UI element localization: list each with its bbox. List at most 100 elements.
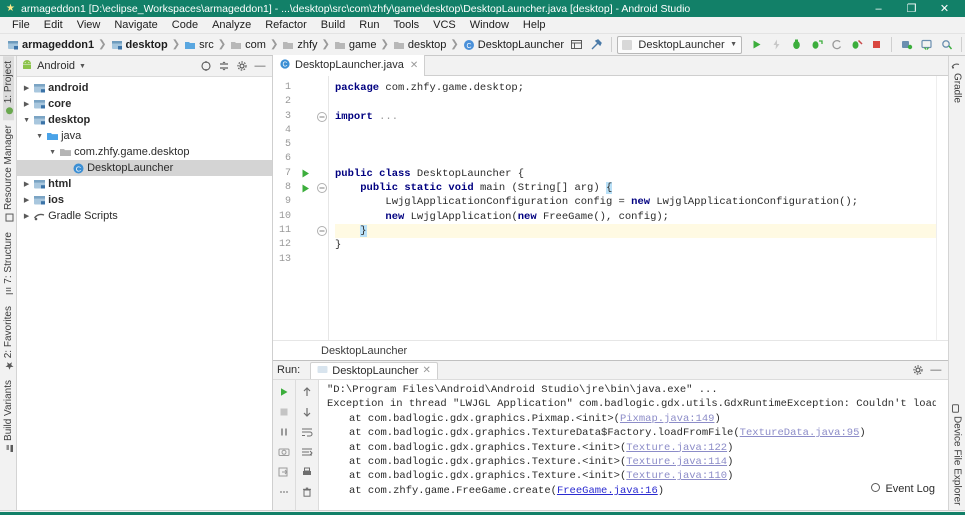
tree-row-html[interactable]: ▶ html [17,176,272,192]
code-line[interactable] [335,95,936,109]
code-folding-gutter[interactable] [315,76,329,340]
close-button[interactable]: ✕ [928,0,961,17]
rerun-icon[interactable] [275,383,294,400]
console-output[interactable]: "D:\Program Files\Android\Android Studio… [319,380,936,510]
chevron-right-icon[interactable]: ▶ [21,84,32,92]
menu-run[interactable]: Run [352,17,386,34]
run-configuration-selector[interactable]: DesktopLauncher ▼ [617,35,742,54]
run-gutter-marker[interactable] [295,181,315,195]
chevron-right-icon[interactable]: ▶ [21,196,32,204]
editor-scrollbar[interactable] [935,76,948,340]
code-line[interactable] [335,253,936,267]
camera-icon[interactable] [275,443,294,460]
tree-row-core[interactable]: ▶ core [17,96,272,112]
chevron-right-icon[interactable]: ▶ [21,100,32,108]
breadcrumb-item-src[interactable]: src [181,39,217,51]
code-line[interactable] [335,138,936,152]
breadcrumb-item-desktoplauncher[interactable]: C DesktopLauncher [460,39,567,51]
fold-marker[interactable] [315,181,328,195]
chevron-down-icon[interactable]: ▼ [34,133,45,140]
maximize-button[interactable]: ❐ [895,0,928,17]
trash-icon[interactable] [298,483,317,500]
menu-window[interactable]: Window [463,17,516,34]
menu-edit[interactable]: Edit [37,17,70,34]
tree-row-desktoplauncher[interactable]: C DesktopLauncher [17,160,272,176]
minimize-button[interactable]: – [862,0,895,17]
breadcrumb-item-game[interactable]: game [331,39,380,51]
stop-icon[interactable] [275,403,294,420]
editor-tab-desktoplauncher[interactable]: C DesktopLauncher.java ✕ [273,55,426,76]
fold-marker[interactable] [315,110,328,124]
code-line[interactable]: new LwjglApplication(new FreeGame(), con… [335,210,936,224]
print-icon[interactable] [298,463,317,480]
breadcrumb-item-desktop[interactable]: desktop [108,39,171,51]
scroll-to-end-icon[interactable] [298,443,317,460]
layout-inspector-icon[interactable] [567,35,586,54]
menu-view[interactable]: View [70,17,108,34]
sidebar-item-build-variants[interactable]: Build Variants [3,375,14,458]
menu-help[interactable]: Help [516,17,553,34]
close-icon[interactable]: ✕ [410,60,418,71]
menu-tools[interactable]: Tools [386,17,426,34]
stop-icon[interactable] [867,35,886,54]
code-line[interactable]: } [335,238,936,252]
breadcrumb-item-com[interactable]: com [227,39,269,51]
tree-row-desktop[interactable]: ▼ desktop [17,112,272,128]
down-arrow-icon[interactable] [298,403,317,420]
debug-attach-icon[interactable] [807,35,826,54]
breadcrumb-item-armageddon1[interactable]: armageddon1 [4,39,97,51]
soft-wrap-icon[interactable] [298,423,317,440]
run-gutter-marker[interactable] [295,167,315,181]
sidebar-item-structure[interactable]: 7: Structure [3,227,14,301]
stack-trace-link[interactable]: Texture.java:122 [626,442,727,454]
menu-vcs[interactable]: VCS [426,17,463,34]
run-marker-gutter[interactable] [295,76,315,340]
tree-row-gradle-scripts[interactable]: ▶ Gradle Scripts [17,208,272,224]
fold-marker[interactable] [315,224,328,238]
run-tab-desktoplauncher[interactable]: DesktopLauncher ✕ [310,361,438,379]
profiler-icon[interactable] [847,35,866,54]
more-options-icon[interactable] [275,483,294,500]
hide-panel-icon[interactable]: — [928,362,944,378]
code-line[interactable]: LwjglApplicationConfiguration config = n… [335,195,936,209]
chevron-down-icon[interactable]: ▼ [47,149,58,156]
stack-trace-link[interactable]: Texture.java:110 [626,470,727,482]
coverage-icon[interactable] [827,35,846,54]
sidebar-item-favorites[interactable]: 2: Favorites [3,301,14,375]
code-line[interactable]: } [335,223,936,239]
menu-build[interactable]: Build [314,17,352,34]
close-icon[interactable]: ✕ [422,365,430,376]
sidebar-item-resource-manager[interactable]: Resource Manager [3,120,14,227]
settings-gear-icon[interactable] [234,58,250,74]
chevron-right-icon[interactable]: ▶ [21,180,32,188]
run-icon[interactable] [747,35,766,54]
code-line[interactable]: public static void main (String[] arg) { [335,181,936,195]
menu-navigate[interactable]: Navigate [107,17,164,34]
export-icon[interactable] [275,463,294,480]
code-area[interactable]: 1 2 3 4 5 6 7 8 9 10 11 12 13 package co… [273,76,948,340]
sidebar-item-project[interactable]: 1: Project [2,56,14,121]
code-line[interactable]: package com.zhfy.game.desktop; [335,81,936,95]
tree-row-package[interactable]: ▼ com.zhfy.game.desktop [17,144,272,160]
sync-gradle-icon[interactable] [937,35,956,54]
sidebar-item-gradle[interactable]: Gradle [951,56,962,108]
stack-trace-link[interactable]: FreeGame.java:16 [557,485,658,497]
tree-row-java[interactable]: ▼ java [17,128,272,144]
breadcrumb-item-desktop-pkg[interactable]: desktop [390,39,450,51]
chevron-right-icon[interactable]: ▶ [21,212,32,220]
editor-breadcrumb-label[interactable]: DesktopLauncher [321,345,407,357]
build-hammer-icon[interactable] [587,35,606,54]
stack-trace-link[interactable]: Texture.java:114 [626,456,727,468]
code-line[interactable]: public class DesktopLauncher { [335,167,936,181]
code-lines[interactable]: package com.zhfy.game.desktop; import ..… [329,76,936,340]
debug-icon[interactable] [787,35,806,54]
collapse-all-icon[interactable] [216,58,232,74]
select-opened-file-icon[interactable] [198,58,214,74]
avd-manager-icon[interactable] [897,35,916,54]
tree-row-ios[interactable]: ▶ ios [17,192,272,208]
menu-analyze[interactable]: Analyze [205,17,258,34]
event-log-button[interactable]: Event Log [870,482,935,496]
project-view-selector[interactable]: Android ▼ [21,59,86,74]
apply-changes-icon[interactable] [767,35,786,54]
pause-icon[interactable] [275,423,294,440]
